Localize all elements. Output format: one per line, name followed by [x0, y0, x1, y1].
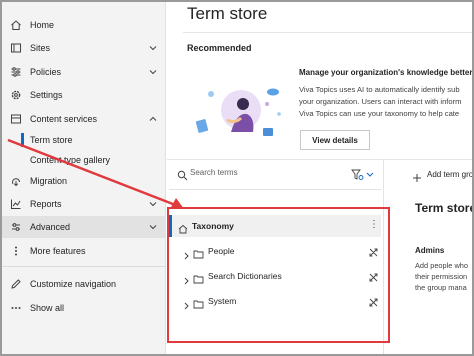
- sidebar-item-label: Content type gallery: [30, 155, 111, 165]
- recommended-heading: Recommended: [187, 43, 252, 53]
- sidebar-nav: Home Sites Policies Settings Content ser…: [2, 2, 166, 354]
- sidebar-item-label: More features: [30, 246, 86, 256]
- sidebar-item-home[interactable]: Home: [2, 14, 166, 36]
- chevron-down-icon[interactable]: [148, 199, 158, 209]
- sidebar-item-label: Sites: [30, 43, 51, 53]
- gear-icon: [10, 89, 22, 101]
- sites-icon: [10, 42, 22, 54]
- page-title: Term store: [187, 4, 268, 23]
- policies-icon: [10, 66, 22, 78]
- sidebar-item-policies[interactable]: Policies: [2, 61, 166, 83]
- highlight-box: [167, 207, 390, 343]
- divider: [183, 32, 472, 33]
- recommended-text-line: your organization. Users can interact wi…: [299, 97, 462, 106]
- migration-icon: [10, 175, 22, 187]
- sidebar-item-more-features[interactable]: More features: [2, 240, 166, 262]
- sidebar-item-term-store[interactable]: Term store: [2, 130, 166, 150]
- add-icon: [412, 170, 422, 182]
- sidebar-item-label: Reports: [30, 199, 62, 209]
- sidebar-item-label: Customize navigation: [30, 279, 117, 289]
- sidebar-item-content-type-gallery[interactable]: Content type gallery: [2, 150, 166, 170]
- view-details-button[interactable]: View details: [300, 130, 370, 150]
- home-icon: [10, 19, 22, 31]
- advanced-icon: [10, 221, 22, 233]
- reports-icon: [10, 198, 22, 210]
- admins-text-line: their permission: [415, 272, 468, 281]
- ellipsis-icon: [10, 302, 22, 314]
- pencil-icon: [10, 278, 22, 290]
- sidebar-divider: [2, 266, 166, 267]
- sidebar-item-label: Content services: [30, 114, 98, 124]
- divider: [167, 159, 472, 160]
- search-input[interactable]: Search terms: [190, 168, 238, 177]
- sidebar-item-content-services[interactable]: Content services: [2, 108, 166, 130]
- filter-dropdown-icon[interactable]: [351, 168, 375, 180]
- admins-text-line: Add people who: [415, 261, 469, 270]
- admins-label: Admins: [415, 246, 445, 255]
- sidebar-item-sites[interactable]: Sites: [2, 37, 166, 59]
- sidebar-item-label: Policies: [30, 67, 62, 77]
- content-services-icon: [10, 113, 22, 125]
- recommended-text-line: Viva Topics uses AI to automatically ide…: [299, 85, 460, 94]
- sidebar-item-label: Home: [30, 20, 55, 30]
- chevron-down-icon[interactable]: [148, 67, 158, 77]
- sidebar-item-show-all[interactable]: Show all: [2, 297, 166, 319]
- divider: [169, 189, 381, 190]
- more-features-icon: [10, 245, 22, 257]
- sidebar-item-label: Advanced: [30, 222, 71, 232]
- sidebar-item-label: Term store: [30, 135, 73, 145]
- sidebar-item-label: Show all: [30, 303, 65, 313]
- sidebar-item-reports[interactable]: Reports: [2, 193, 166, 215]
- search-icon: [177, 168, 188, 181]
- recommended-title: Manage your organization's knowledge bet…: [299, 68, 473, 77]
- chevron-down-icon[interactable]: [148, 222, 158, 232]
- sidebar-item-label: Settings: [30, 90, 63, 100]
- sidebar-item-customize-navigation[interactable]: Customize navigation: [2, 273, 166, 295]
- admins-text-line: the group mana: [415, 283, 467, 292]
- viva-topics-illustration: [195, 88, 281, 136]
- sidebar-item-migration[interactable]: Migration: [2, 170, 166, 192]
- term-store-details-title: Term store: [415, 201, 474, 215]
- add-term-group-button[interactable]: Add term gro: [427, 170, 473, 179]
- sidebar-item-advanced[interactable]: Advanced: [2, 216, 166, 238]
- recommended-text-line: Viva Topics can use your taxonomy to hel…: [299, 109, 460, 118]
- sidebar-item-label: Migration: [30, 176, 68, 186]
- sidebar-item-settings[interactable]: Settings: [2, 84, 166, 106]
- chevron-up-icon[interactable]: [148, 114, 158, 124]
- chevron-down-icon[interactable]: [148, 43, 158, 53]
